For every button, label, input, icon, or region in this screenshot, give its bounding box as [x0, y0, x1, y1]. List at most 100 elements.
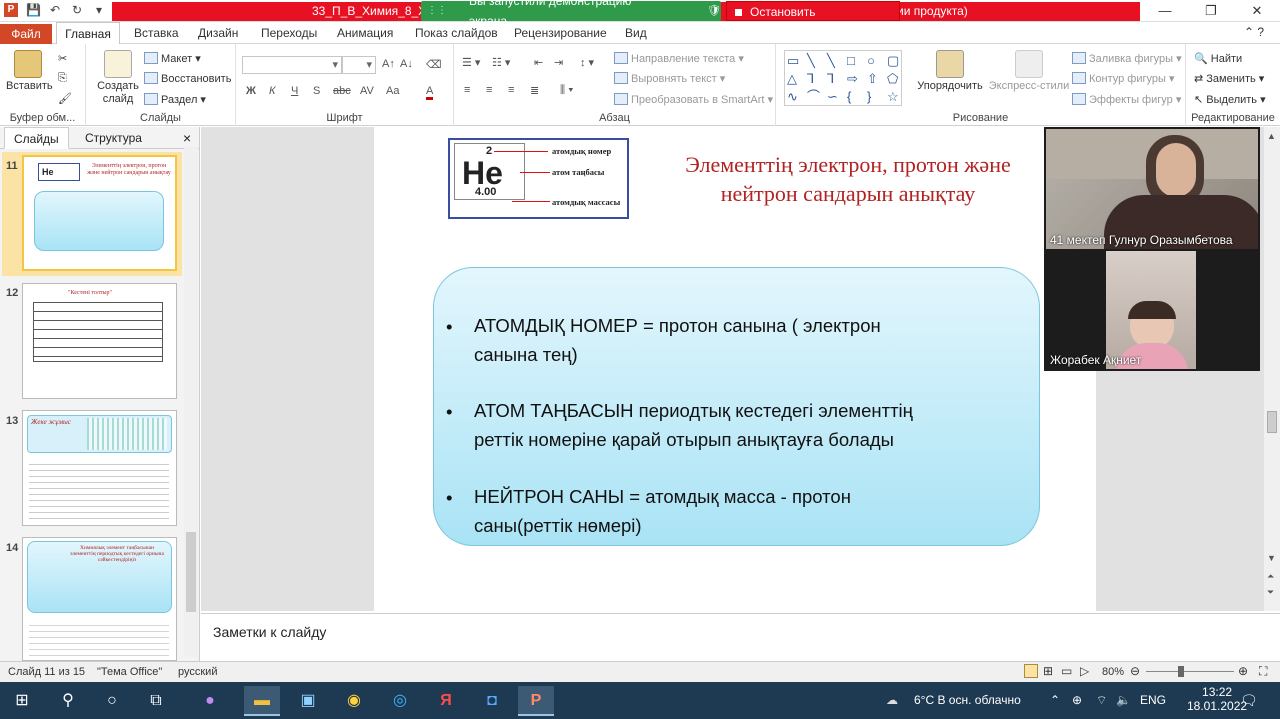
line-spacing-icon[interactable]: ↕ ▾ [580, 56, 594, 69]
zoom-icon[interactable]: ◘ [474, 686, 510, 716]
maximize-button[interactable]: ❐ [1188, 0, 1234, 22]
zoom-in-icon[interactable]: ⊕ [1238, 664, 1248, 678]
align-center-icon[interactable]: ≡ [486, 84, 492, 96]
line2-shape-icon[interactable]: ╲ [827, 53, 845, 69]
network-icon[interactable]: ⊕ [1072, 682, 1082, 719]
tab-insert[interactable]: Вставка [134, 26, 179, 40]
tab-outline[interactable]: Структура [76, 127, 151, 149]
smartart-button[interactable]: Преобразовать в SmartArt ▾ [614, 93, 773, 106]
theme-name[interactable]: "Тема Office" [97, 666, 162, 678]
rect-shape-icon[interactable]: □ [847, 53, 865, 69]
oval-shape-icon[interactable]: ○ [867, 53, 885, 69]
notes-pane[interactable]: Заметки к слайду [201, 613, 1280, 660]
stop-share-button[interactable]: Остановить демонстрацию [726, 1, 900, 39]
tab-slideshow[interactable]: Показ слайдов [415, 26, 498, 40]
previous-slide-icon[interactable]: ⏶ [1267, 571, 1274, 582]
pentagon-shape-icon[interactable]: ⬠ [887, 71, 905, 87]
yandex-icon[interactable]: Я [428, 686, 464, 716]
language-indicator[interactable]: русский [178, 666, 217, 678]
close-panel-icon[interactable]: × [174, 127, 200, 149]
reading-view-icon[interactable]: ▭ [1061, 664, 1072, 678]
quick-styles-button[interactable]: Экспресс-стили [988, 50, 1070, 93]
cortana-icon[interactable]: ○ [94, 686, 130, 716]
normal-view-icon[interactable] [1024, 664, 1038, 678]
task-view-icon[interactable]: ⧉ [138, 686, 174, 716]
shape-fill-button[interactable]: Заливка фигуры ▾ [1072, 52, 1182, 65]
format-painter-icon[interactable]: 🖌 [58, 92, 72, 105]
tab-review[interactable]: Рецензирование [514, 26, 607, 40]
change-case-button[interactable]: Aa [386, 85, 399, 97]
redo-icon[interactable]: ↻ [70, 3, 84, 17]
char-spacing-button[interactable]: AV [360, 85, 374, 97]
minimize-button[interactable]: — [1142, 0, 1188, 22]
clear-format-icon[interactable]: ⌫ [426, 58, 442, 71]
customize-qat-icon[interactable]: ▾ [92, 3, 106, 17]
textbox-shape-icon[interactable]: ▭ [787, 53, 805, 69]
shadow-button[interactable]: S [313, 85, 320, 97]
squiggle-shape-icon[interactable]: ∽ [827, 89, 845, 105]
powerpoint-taskbar-icon[interactable]: P [518, 686, 554, 716]
numbering-icon[interactable]: ☷ ▾ [492, 56, 510, 69]
shape-outline-button[interactable]: Контур фигуры ▾ [1072, 72, 1175, 85]
tab-design[interactable]: Дизайн [198, 26, 238, 40]
tab-slides[interactable]: Слайды [4, 127, 69, 149]
columns-icon[interactable]: ⫼ ▾ [560, 84, 573, 97]
scroll-up-icon[interactable]: ▲ [1267, 131, 1276, 141]
grip-icon[interactable]: ⋮⋮ [427, 1, 447, 21]
font-name-combo[interactable]: ▾ [242, 56, 342, 74]
help-icon[interactable]: ⌃ ? [1244, 25, 1264, 39]
search-icon[interactable]: ⚲ [50, 686, 86, 716]
fit-to-window-icon[interactable]: ⛶ [1259, 664, 1267, 679]
reset-button[interactable]: Восстановить [144, 72, 231, 85]
video-tile-teacher[interactable] [1046, 129, 1258, 249]
grow-font-icon[interactable]: A↑ [382, 58, 395, 70]
chrome-icon[interactable]: ◉ [336, 686, 372, 716]
font-size-combo[interactable]: ▾ [342, 56, 376, 74]
zoom-slider[interactable] [1146, 671, 1234, 672]
scrollbar-thumb[interactable] [186, 532, 196, 612]
video-tile-student[interactable] [1106, 251, 1196, 369]
elbow-shape-icon[interactable]: ⅂ [807, 71, 825, 87]
slide-title[interactable]: Элементтің электрон, протон және нейтрон… [662, 150, 1034, 208]
curve-shape-icon[interactable]: ∿ [787, 89, 805, 105]
align-left-icon[interactable]: ≡ [464, 84, 470, 96]
zoom-level[interactable]: 80% [1102, 666, 1124, 678]
italic-button[interactable]: К [269, 85, 275, 97]
slides-scrollbar[interactable] [184, 147, 198, 657]
edge-icon[interactable]: ◎ [382, 686, 418, 716]
slide-sorter-icon[interactable]: ⊞ [1043, 664, 1053, 678]
close-button[interactable]: ✕ [1234, 0, 1280, 22]
layout-button[interactable]: Макет ▾ [144, 52, 201, 65]
slide-thumbnail-14[interactable]: Химиялық элемент таңбасынан элементтің п… [22, 537, 177, 661]
weather-text[interactable]: 6°C В осн. облачно [914, 682, 1021, 719]
file-explorer-icon[interactable]: ▬ [244, 686, 280, 716]
clock[interactable]: 13:22 18.01.2022 [1187, 685, 1247, 713]
zoom-out-icon[interactable]: ⊖ [1130, 664, 1140, 678]
wifi-icon[interactable]: ⌔ [1096, 682, 1107, 719]
align-right-icon[interactable]: ≡ [508, 84, 514, 96]
brace-left-shape-icon[interactable]: { [847, 89, 865, 105]
input-language[interactable]: ENG [1140, 682, 1166, 719]
tab-home[interactable]: Главная [56, 22, 120, 45]
elbow2-shape-icon[interactable]: ⅂ [827, 71, 845, 87]
save-icon[interactable]: 💾 [26, 3, 41, 17]
arrange-button[interactable]: Упорядочить [912, 50, 988, 93]
slideshow-view-icon[interactable]: ▷ [1080, 664, 1089, 678]
tab-animations[interactable]: Анимация [337, 26, 393, 40]
app-purple-icon[interactable]: ● [192, 686, 228, 716]
bold-button[interactable]: Ж [246, 85, 256, 97]
weather-icon[interactable]: ☁ [886, 682, 898, 719]
replace-button[interactable]: ⇄ Заменить ▾ [1194, 72, 1264, 85]
strikethrough-button[interactable]: abc [333, 85, 351, 97]
paste-button[interactable]: Вставить [6, 50, 53, 93]
shape-effects-button[interactable]: Эффекты фигур ▾ [1072, 93, 1181, 106]
screen-share-banner[interactable]: ⋮⋮ Вы запустили демонстрацию экрана 🛡 [421, 0, 721, 28]
scrollbar-thumb[interactable] [1267, 411, 1277, 433]
shrink-font-icon[interactable]: A↓ [400, 58, 413, 70]
slide-thumbnail-13[interactable]: Жеке жұмыс [22, 410, 177, 526]
scroll-down-icon[interactable]: ▼ [1267, 553, 1276, 563]
tab-view[interactable]: Вид [625, 26, 647, 40]
new-slide-button[interactable]: Создать слайд [94, 50, 142, 106]
brace-right-shape-icon[interactable]: } [867, 89, 885, 105]
volume-icon[interactable]: 🔈 [1116, 682, 1131, 719]
